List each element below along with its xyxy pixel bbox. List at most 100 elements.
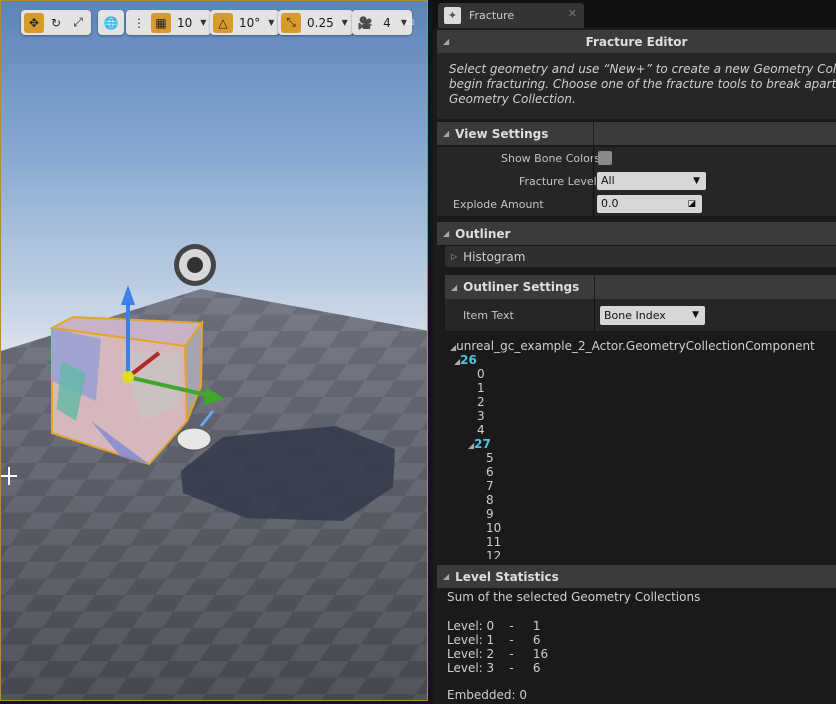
tree-leaf-item[interactable]: 11 bbox=[450, 535, 836, 549]
close-icon[interactable]: ✕ bbox=[568, 7, 577, 20]
outliner-settings-title: Outliner Settings bbox=[463, 280, 580, 294]
grid-snap-toolbar: ⋮ ▦ 10 ▼ bbox=[126, 10, 212, 35]
scene-render bbox=[1, 244, 427, 700]
outliner-tree[interactable]: ◢unreal_gc_example_2_Actor.GeometryColle… bbox=[450, 339, 836, 559]
tree-leaf-item[interactable]: 8 bbox=[450, 493, 836, 507]
explode-amount-label: Explode Amount bbox=[453, 198, 544, 211]
camera-speed-value[interactable]: 4 bbox=[377, 13, 397, 33]
column-divider bbox=[593, 147, 594, 170]
level-stat-row: Level: 2 - 16 bbox=[447, 647, 549, 661]
collapse-arrow-icon[interactable]: ◢ bbox=[443, 229, 449, 238]
histogram-header[interactable]: ▷ Histogram bbox=[445, 246, 836, 267]
tree-root-label: unreal_gc_example_2_Actor.GeometryCollec… bbox=[456, 339, 815, 353]
tree-root-item[interactable]: ◢unreal_gc_example_2_Actor.GeometryColle… bbox=[450, 339, 836, 353]
explode-amount-row: Explode Amount 0.0 ◪ bbox=[437, 193, 836, 216]
scale-snap-toolbar: ⤡ 0.25 ▼ bbox=[278, 10, 353, 35]
collapse-arrow-icon[interactable]: ◢ bbox=[443, 37, 449, 46]
translate-icon[interactable]: ✥ bbox=[24, 12, 44, 33]
item-text-dropdown[interactable]: Bone Index ▼ bbox=[600, 306, 705, 325]
histogram-label: Histogram bbox=[463, 249, 526, 264]
tab-fracture[interactable]: ✦ Fracture ✕ bbox=[438, 3, 584, 28]
explode-amount-field[interactable]: 0.0 ◪ bbox=[597, 195, 702, 213]
chevron-down-icon[interactable]: ▼ bbox=[266, 13, 276, 33]
angle-icon[interactable]: △ bbox=[213, 12, 233, 33]
fracture-level-dropdown[interactable]: All ▼ bbox=[597, 172, 706, 190]
tree-leaf-item[interactable]: 4 bbox=[450, 423, 836, 437]
tree-leaf-item[interactable]: 1 bbox=[450, 381, 836, 395]
scale-icon[interactable]: ⤢ bbox=[68, 13, 88, 33]
rotation-snap-value[interactable]: 10° bbox=[235, 13, 264, 33]
world-local-icon[interactable]: 🌐 bbox=[101, 13, 121, 33]
rotate-icon[interactable]: ↻ bbox=[46, 13, 66, 33]
view-settings-title: View Settings bbox=[455, 126, 549, 141]
cluster-label: 26 bbox=[460, 353, 477, 367]
level-statistics-header[interactable]: ◢ Level Statistics bbox=[437, 565, 836, 588]
collapse-arrow-icon[interactable]: ◢ bbox=[443, 572, 449, 581]
tree-cluster-item[interactable]: ◢26 bbox=[450, 353, 836, 367]
chevron-down-icon: ▼ bbox=[692, 310, 699, 320]
collapse-arrow-icon[interactable]: ◢ bbox=[451, 283, 457, 292]
tree-leaf-item[interactable]: 6 bbox=[450, 465, 836, 479]
fracture-level-row: Fracture Level All ▼ bbox=[437, 170, 836, 193]
chevron-down-icon[interactable]: ▼ bbox=[340, 13, 350, 33]
scale-snap-icon[interactable]: ⤡ bbox=[281, 12, 301, 33]
coordinate-toolbar: 🌐 bbox=[98, 10, 124, 35]
transform-toolbar: ✥ ↻ ⤢ bbox=[21, 10, 91, 35]
fracture-icon: ✦ bbox=[444, 7, 461, 24]
rotation-snap-toolbar: △ 10° ▼ bbox=[210, 10, 280, 35]
grid-icon[interactable]: ▦ bbox=[151, 12, 171, 33]
tree-cluster-item[interactable]: ◢27 bbox=[450, 437, 836, 451]
cluster-label: 27 bbox=[474, 437, 491, 451]
tree-leaf-item[interactable]: 12 bbox=[450, 549, 836, 559]
tab-label: Fracture bbox=[469, 9, 515, 22]
maximize-icon[interactable]: ⧉ bbox=[406, 15, 414, 29]
show-bone-colors-row: Show Bone Colors bbox=[437, 147, 836, 170]
outliner-title: Outliner bbox=[455, 226, 511, 241]
tree-leaf-item[interactable]: 9 bbox=[450, 507, 836, 521]
fracture-panel: ✦ Fracture ✕ ◢ Fracture Editor Select ge… bbox=[433, 0, 836, 704]
fracture-level-value: All bbox=[601, 174, 615, 187]
level-statistics-subtitle: Sum of the selected Geometry Collections bbox=[447, 590, 701, 604]
embedded-count: Embedded: 0 bbox=[447, 688, 527, 702]
surface-snap-icon[interactable]: ⋮ bbox=[129, 13, 149, 33]
level-stat-row: Level: 0 - 1 bbox=[447, 619, 541, 633]
fracture-editor-header[interactable]: ◢ Fracture Editor bbox=[437, 30, 836, 53]
column-divider bbox=[593, 193, 594, 216]
tab-bar: ✦ Fracture ✕ bbox=[433, 0, 836, 28]
expand-arrow-icon[interactable]: ▷ bbox=[451, 252, 457, 261]
tree-leaf-item[interactable]: 5 bbox=[450, 451, 836, 465]
tree-leaf-item[interactable]: 10 bbox=[450, 521, 836, 535]
description-line-2: begin fracturing. Choose one of the frac… bbox=[449, 77, 836, 91]
tree-leaf-item[interactable]: 3 bbox=[450, 409, 836, 423]
description-line-1: Select geometry and use “New+” to create… bbox=[449, 62, 836, 76]
description-line-3: Geometry Collection. bbox=[449, 92, 576, 106]
grid-snap-value[interactable]: 10 bbox=[173, 13, 196, 33]
level-viewport[interactable]: ✥ ↻ ⤢ 🌐 ⋮ ▦ 10 ▼ △ 10° ▼ ⤡ 0.25 ▼ 🎥 4 ▼ … bbox=[0, 0, 428, 701]
column-divider bbox=[593, 122, 594, 145]
outliner-header[interactable]: ◢ Outliner bbox=[437, 222, 836, 245]
item-text-row: Item Text Bone Index ▼ bbox=[445, 299, 836, 331]
drag-handle-icon: ◪ bbox=[687, 199, 696, 209]
tree-leaf-item[interactable]: 0 bbox=[450, 367, 836, 381]
chevron-down-icon: ▼ bbox=[693, 176, 700, 186]
tree-leaf-item[interactable]: 7 bbox=[450, 479, 836, 493]
outliner-settings-header[interactable]: ◢ Outliner Settings bbox=[445, 275, 836, 299]
camera-speed-toolbar: 🎥 4 ▼ bbox=[352, 10, 412, 35]
show-bone-colors-label: Show Bone Colors bbox=[501, 152, 601, 165]
item-text-label: Item Text bbox=[463, 309, 514, 322]
column-divider bbox=[593, 170, 594, 193]
tree-leaf-item[interactable]: 2 bbox=[450, 395, 836, 409]
explode-amount-value: 0.0 bbox=[601, 197, 619, 210]
scale-snap-value[interactable]: 0.25 bbox=[303, 13, 338, 33]
camera-speed-icon[interactable]: 🎥 bbox=[355, 13, 375, 33]
collapse-arrow-icon[interactable]: ◢ bbox=[443, 129, 449, 138]
item-text-value: Bone Index bbox=[604, 309, 666, 322]
column-divider bbox=[594, 299, 595, 331]
chevron-down-icon[interactable]: ▼ bbox=[198, 13, 208, 33]
level-stat-row: Level: 1 - 6 bbox=[447, 633, 541, 647]
level-stat-row: Level: 3 - 6 bbox=[447, 661, 541, 675]
fracture-level-label: Fracture Level bbox=[519, 175, 597, 188]
view-settings-header[interactable]: ◢ View Settings bbox=[437, 122, 836, 145]
level-statistics-title: Level Statistics bbox=[455, 569, 559, 584]
show-bone-colors-checkbox[interactable] bbox=[598, 151, 612, 165]
